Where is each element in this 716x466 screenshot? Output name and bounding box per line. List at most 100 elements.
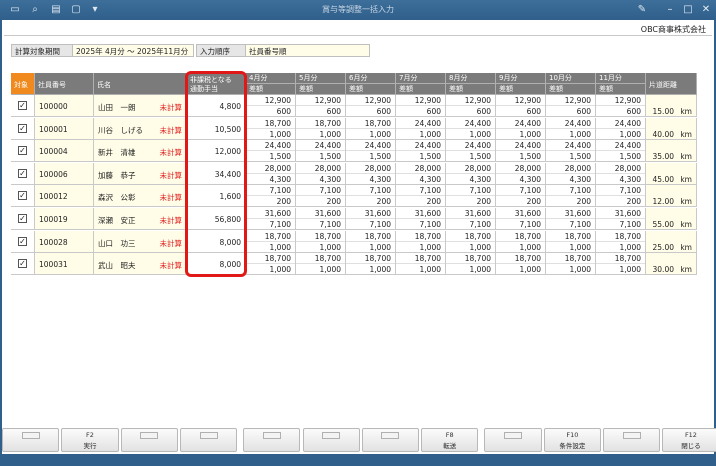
- month-cell[interactable]: 12,900 600: [396, 95, 446, 117]
- table-row[interactable]: ✓ 100019 深瀬 安正 未計算 56,800 31,600 7,100 3…: [11, 208, 697, 230]
- month-cell[interactable]: 31,600 7,100: [346, 208, 396, 230]
- month-cell[interactable]: 18,700 1,000: [446, 230, 496, 253]
- minimize-button[interactable]: –: [662, 2, 678, 17]
- target-checkbox[interactable]: ✓: [18, 146, 27, 156]
- target-cell[interactable]: ✓: [11, 253, 35, 276]
- month-cell[interactable]: 18,700 1,000: [346, 230, 396, 253]
- month-cell[interactable]: 18,700 1,000: [596, 253, 646, 276]
- month-cell[interactable]: 18,700 1,000: [296, 230, 346, 253]
- distance-cell[interactable]: 55.00 km: [646, 208, 697, 230]
- distance-cell[interactable]: 30.00 km: [646, 253, 697, 276]
- month-cell[interactable]: 18,700 1,000: [296, 253, 346, 276]
- month-cell[interactable]: 12,900 600: [496, 95, 546, 117]
- month-cell[interactable]: 18,700 1,000: [496, 253, 546, 276]
- month-cell[interactable]: 7,100 200: [246, 185, 296, 208]
- month-cell[interactable]: 12,900 600: [596, 95, 646, 117]
- target-cell[interactable]: ✓: [11, 185, 35, 208]
- month-cell[interactable]: 18,700 1,000: [396, 253, 446, 276]
- target-cell[interactable]: ✓: [11, 95, 35, 117]
- fkey-empty-button[interactable]: [484, 428, 542, 452]
- month-cell[interactable]: 28,000 4,300: [496, 162, 546, 185]
- month-cell[interactable]: 7,100 200: [296, 185, 346, 208]
- month-cell[interactable]: 7,100 200: [346, 185, 396, 208]
- fkey-f8-button[interactable]: F8 転送: [421, 428, 479, 452]
- target-checkbox[interactable]: ✓: [18, 259, 27, 269]
- target-cell[interactable]: ✓: [11, 117, 35, 140]
- month-cell[interactable]: 7,100 200: [396, 185, 446, 208]
- fkey-empty-button[interactable]: [603, 428, 661, 452]
- month-cell[interactable]: 28,000 4,300: [346, 162, 396, 185]
- distance-cell[interactable]: 40.00 km: [646, 117, 697, 140]
- month-cell[interactable]: 7,100 200: [546, 185, 596, 208]
- fkey-f12-button[interactable]: F12 閉じる: [662, 428, 716, 452]
- fkey-f10-button[interactable]: F10 条件設定: [543, 428, 601, 452]
- month-cell[interactable]: 12,900 600: [246, 95, 296, 117]
- target-cell[interactable]: ✓: [11, 230, 35, 253]
- month-cell[interactable]: 18,700 1,000: [346, 117, 396, 140]
- month-cell[interactable]: 28,000 4,300: [246, 162, 296, 185]
- month-cell[interactable]: 31,600 7,100: [396, 208, 446, 230]
- month-cell[interactable]: 24,400 1,500: [546, 140, 596, 163]
- month-cell[interactable]: 18,700 1,000: [246, 253, 296, 276]
- month-cell[interactable]: 24,400 1,000: [496, 117, 546, 140]
- month-cell[interactable]: 24,400 1,500: [496, 140, 546, 163]
- table-row[interactable]: ✓ 100012 森沢 公彰 未計算 1,600 7,100 200 7,100…: [11, 185, 697, 208]
- month-cell[interactable]: 7,100 200: [446, 185, 496, 208]
- month-cell[interactable]: 18,700 1,000: [446, 253, 496, 276]
- month-cell[interactable]: 18,700 1,000: [546, 253, 596, 276]
- distance-cell[interactable]: 15.00 km: [646, 95, 697, 117]
- month-cell[interactable]: 24,400 1,500: [246, 140, 296, 163]
- assistant-icon[interactable]: ✎: [632, 3, 652, 16]
- distance-cell[interactable]: 45.00 km: [646, 162, 697, 185]
- month-cell[interactable]: 12,900 600: [296, 95, 346, 117]
- month-cell[interactable]: 12,900 600: [446, 95, 496, 117]
- target-cell[interactable]: ✓: [11, 140, 35, 163]
- maximize-button[interactable]: □: [680, 2, 696, 17]
- month-cell[interactable]: 18,700 1,000: [496, 230, 546, 253]
- table-row[interactable]: ✓ 100000 山田 一朗 未計算 4,800 12,900 600 12,9…: [11, 95, 697, 117]
- month-cell[interactable]: 31,600 7,100: [596, 208, 646, 230]
- target-checkbox[interactable]: ✓: [18, 191, 27, 201]
- table-row[interactable]: ✓ 100006 加藤 恭子 未計算 34,400 28,000 4,300 2…: [11, 162, 697, 185]
- month-cell[interactable]: 31,600 7,100: [246, 208, 296, 230]
- month-cell[interactable]: 18,700 1,000: [246, 230, 296, 253]
- target-checkbox[interactable]: ✓: [18, 236, 27, 246]
- month-cell[interactable]: 18,700 1,000: [596, 230, 646, 253]
- target-cell[interactable]: ✓: [11, 208, 35, 230]
- month-cell[interactable]: 12,900 600: [546, 95, 596, 117]
- month-cell[interactable]: 24,400 1,000: [546, 117, 596, 140]
- distance-cell[interactable]: 25.00 km: [646, 230, 697, 253]
- month-cell[interactable]: 28,000 4,300: [296, 162, 346, 185]
- target-checkbox[interactable]: ✓: [18, 123, 27, 133]
- distance-cell[interactable]: 12.00 km: [646, 185, 697, 208]
- month-cell[interactable]: 24,400 1,000: [396, 117, 446, 140]
- month-cell[interactable]: 28,000 4,300: [446, 162, 496, 185]
- fkey-empty-button[interactable]: [120, 428, 178, 452]
- table-row[interactable]: ✓ 100028 山口 功三 未計算 8,000 18,700 1,000 18…: [11, 230, 697, 253]
- fkey-f2-button[interactable]: F2 実行: [61, 428, 119, 452]
- month-cell[interactable]: 18,700 1,000: [246, 117, 296, 140]
- month-cell[interactable]: 7,100 200: [596, 185, 646, 208]
- month-cell[interactable]: 24,400 1,000: [446, 117, 496, 140]
- target-checkbox[interactable]: ✓: [18, 214, 27, 223]
- table-row[interactable]: ✓ 100031 武山 昭夫 未計算 8,000 18,700 1,000 18…: [11, 253, 697, 276]
- table-row[interactable]: ✓ 100001 川谷 しげる 未計算 10,500 18,700 1,000 …: [11, 117, 697, 140]
- month-cell[interactable]: 12,900 600: [346, 95, 396, 117]
- month-cell[interactable]: 18,700 1,000: [546, 230, 596, 253]
- month-cell[interactable]: 18,700 1,000: [296, 117, 346, 140]
- month-cell[interactable]: 28,000 4,300: [596, 162, 646, 185]
- month-cell[interactable]: 18,700 1,000: [396, 230, 446, 253]
- fkey-empty-button[interactable]: [243, 428, 301, 452]
- month-cell[interactable]: 24,400 1,000: [596, 117, 646, 140]
- fkey-empty-button[interactable]: [302, 428, 360, 452]
- close-button[interactable]: ✕: [698, 2, 714, 17]
- month-cell[interactable]: 24,400 1,500: [396, 140, 446, 163]
- month-cell[interactable]: 31,600 7,100: [496, 208, 546, 230]
- fkey-empty-button[interactable]: [2, 428, 60, 452]
- month-cell[interactable]: 24,400 1,500: [296, 140, 346, 163]
- month-cell[interactable]: 31,600 7,100: [296, 208, 346, 230]
- distance-cell[interactable]: 35.00 km: [646, 140, 697, 163]
- month-cell[interactable]: 18,700 1,000: [346, 253, 396, 276]
- month-cell[interactable]: 28,000 4,300: [396, 162, 446, 185]
- month-cell[interactable]: 24,400 1,500: [446, 140, 496, 163]
